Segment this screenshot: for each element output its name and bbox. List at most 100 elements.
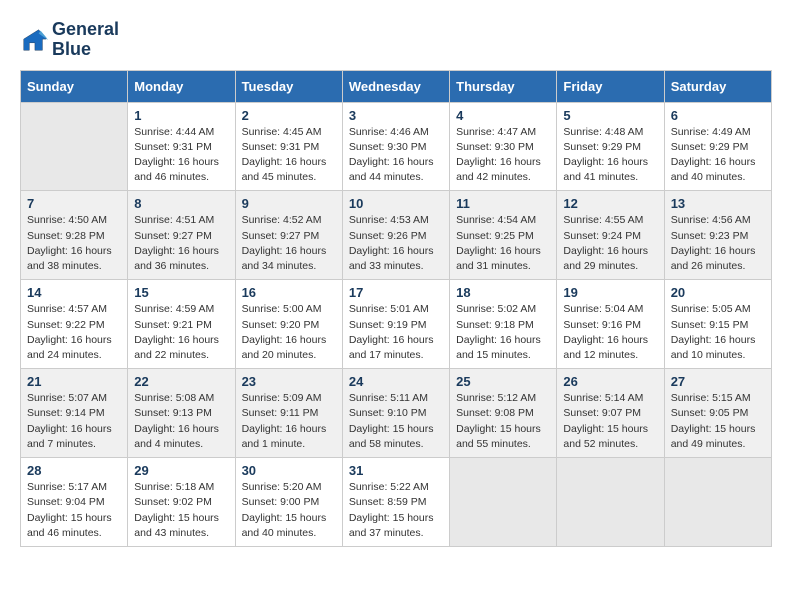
day-cell: 10 Sunrise: 4:53 AMSunset: 9:26 PMDayligh… bbox=[342, 191, 449, 280]
day-number: 16 bbox=[242, 285, 336, 300]
day-cell: 2 Sunrise: 4:45 AMSunset: 9:31 PMDaylight… bbox=[235, 102, 342, 191]
day-number: 7 bbox=[27, 196, 121, 211]
day-cell: 18 Sunrise: 5:02 AMSunset: 9:18 PMDayligh… bbox=[450, 280, 557, 369]
day-number: 2 bbox=[242, 108, 336, 123]
day-info: Sunrise: 4:59 AMSunset: 9:21 PMDaylight:… bbox=[134, 302, 228, 363]
header-cell-sunday: Sunday bbox=[21, 70, 128, 102]
day-info: Sunrise: 4:52 AMSunset: 9:27 PMDaylight:… bbox=[242, 213, 336, 274]
day-info: Sunrise: 5:01 AMSunset: 9:19 PMDaylight:… bbox=[349, 302, 443, 363]
day-number: 11 bbox=[456, 196, 550, 211]
day-info: Sunrise: 4:55 AMSunset: 9:24 PMDaylight:… bbox=[563, 213, 657, 274]
day-cell: 22 Sunrise: 5:08 AMSunset: 9:13 PMDayligh… bbox=[128, 369, 235, 458]
day-cell: 20 Sunrise: 5:05 AMSunset: 9:15 PMDayligh… bbox=[664, 280, 771, 369]
day-info: Sunrise: 5:20 AMSunset: 9:00 PMDaylight:… bbox=[242, 480, 336, 541]
day-number: 3 bbox=[349, 108, 443, 123]
day-info: Sunrise: 5:12 AMSunset: 9:08 PMDaylight:… bbox=[456, 391, 550, 452]
day-number: 12 bbox=[563, 196, 657, 211]
logo: General Blue bbox=[20, 20, 119, 60]
day-info: Sunrise: 5:22 AMSunset: 8:59 PMDaylight:… bbox=[349, 480, 443, 541]
header-cell-wednesday: Wednesday bbox=[342, 70, 449, 102]
day-info: Sunrise: 4:56 AMSunset: 9:23 PMDaylight:… bbox=[671, 213, 765, 274]
day-number: 1 bbox=[134, 108, 228, 123]
day-cell: 13 Sunrise: 4:56 AMSunset: 9:23 PMDayligh… bbox=[664, 191, 771, 280]
header-cell-thursday: Thursday bbox=[450, 70, 557, 102]
day-info: Sunrise: 5:17 AMSunset: 9:04 PMDaylight:… bbox=[27, 480, 121, 541]
day-info: Sunrise: 5:05 AMSunset: 9:15 PMDaylight:… bbox=[671, 302, 765, 363]
day-number: 9 bbox=[242, 196, 336, 211]
day-cell: 15 Sunrise: 4:59 AMSunset: 9:21 PMDayligh… bbox=[128, 280, 235, 369]
day-number: 19 bbox=[563, 285, 657, 300]
day-number: 27 bbox=[671, 374, 765, 389]
calendar-body: 1 Sunrise: 4:44 AMSunset: 9:31 PMDaylight… bbox=[21, 102, 772, 546]
day-info: Sunrise: 4:45 AMSunset: 9:31 PMDaylight:… bbox=[242, 125, 336, 186]
day-number: 17 bbox=[349, 285, 443, 300]
day-number: 10 bbox=[349, 196, 443, 211]
day-cell: 7 Sunrise: 4:50 AMSunset: 9:28 PMDaylight… bbox=[21, 191, 128, 280]
calendar-table: SundayMondayTuesdayWednesdayThursdayFrid… bbox=[20, 70, 772, 547]
day-number: 24 bbox=[349, 374, 443, 389]
day-cell bbox=[450, 458, 557, 547]
day-info: Sunrise: 5:09 AMSunset: 9:11 PMDaylight:… bbox=[242, 391, 336, 452]
day-number: 5 bbox=[563, 108, 657, 123]
logo-icon bbox=[20, 26, 48, 54]
day-info: Sunrise: 5:18 AMSunset: 9:02 PMDaylight:… bbox=[134, 480, 228, 541]
day-info: Sunrise: 5:07 AMSunset: 9:14 PMDaylight:… bbox=[27, 391, 121, 452]
day-cell: 31 Sunrise: 5:22 AMSunset: 8:59 PMDayligh… bbox=[342, 458, 449, 547]
day-number: 28 bbox=[27, 463, 121, 478]
logo-text: General Blue bbox=[52, 20, 119, 60]
day-cell: 16 Sunrise: 5:00 AMSunset: 9:20 PMDayligh… bbox=[235, 280, 342, 369]
day-cell: 24Sunrise: 5:11 AMSunset: 9:10 PMDayligh… bbox=[342, 369, 449, 458]
day-cell: 30 Sunrise: 5:20 AMSunset: 9:00 PMDayligh… bbox=[235, 458, 342, 547]
day-number: 15 bbox=[134, 285, 228, 300]
day-number: 26 bbox=[563, 374, 657, 389]
week-row-1: 1 Sunrise: 4:44 AMSunset: 9:31 PMDaylight… bbox=[21, 102, 772, 191]
day-info: Sunrise: 4:49 AMSunset: 9:29 PMDaylight:… bbox=[671, 125, 765, 186]
day-cell: 14 Sunrise: 4:57 AMSunset: 9:22 PMDayligh… bbox=[21, 280, 128, 369]
day-info: Sunrise: 4:44 AMSunset: 9:31 PMDaylight:… bbox=[134, 125, 228, 186]
day-number: 23 bbox=[242, 374, 336, 389]
day-cell: 1 Sunrise: 4:44 AMSunset: 9:31 PMDaylight… bbox=[128, 102, 235, 191]
day-info: Sunrise: 4:57 AMSunset: 9:22 PMDaylight:… bbox=[27, 302, 121, 363]
day-info: Sunrise: 4:46 AMSunset: 9:30 PMDaylight:… bbox=[349, 125, 443, 186]
day-cell: 28 Sunrise: 5:17 AMSunset: 9:04 PMDayligh… bbox=[21, 458, 128, 547]
day-info: Sunrise: 4:54 AMSunset: 9:25 PMDaylight:… bbox=[456, 213, 550, 274]
day-cell: 26Sunrise: 5:14 AMSunset: 9:07 PMDayligh… bbox=[557, 369, 664, 458]
day-number: 18 bbox=[456, 285, 550, 300]
day-cell: 3 Sunrise: 4:46 AMSunset: 9:30 PMDaylight… bbox=[342, 102, 449, 191]
day-number: 22 bbox=[134, 374, 228, 389]
week-row-3: 14 Sunrise: 4:57 AMSunset: 9:22 PMDayligh… bbox=[21, 280, 772, 369]
day-number: 13 bbox=[671, 196, 765, 211]
day-cell: 23 Sunrise: 5:09 AMSunset: 9:11 PMDayligh… bbox=[235, 369, 342, 458]
day-number: 25 bbox=[456, 374, 550, 389]
day-number: 14 bbox=[27, 285, 121, 300]
day-cell: 5Sunrise: 4:48 AMSunset: 9:29 PMDaylight… bbox=[557, 102, 664, 191]
day-cell: 9 Sunrise: 4:52 AMSunset: 9:27 PMDaylight… bbox=[235, 191, 342, 280]
day-info: Sunrise: 4:47 AMSunset: 9:30 PMDaylight:… bbox=[456, 125, 550, 186]
day-cell bbox=[664, 458, 771, 547]
day-cell: 17 Sunrise: 5:01 AMSunset: 9:19 PMDayligh… bbox=[342, 280, 449, 369]
day-info: Sunrise: 4:50 AMSunset: 9:28 PMDaylight:… bbox=[27, 213, 121, 274]
week-row-5: 28 Sunrise: 5:17 AMSunset: 9:04 PMDayligh… bbox=[21, 458, 772, 547]
day-cell: 25 Sunrise: 5:12 AMSunset: 9:08 PMDayligh… bbox=[450, 369, 557, 458]
week-row-4: 21 Sunrise: 5:07 AMSunset: 9:14 PMDayligh… bbox=[21, 369, 772, 458]
day-number: 20 bbox=[671, 285, 765, 300]
header-cell-tuesday: Tuesday bbox=[235, 70, 342, 102]
day-cell bbox=[557, 458, 664, 547]
header-cell-monday: Monday bbox=[128, 70, 235, 102]
day-cell: 12 Sunrise: 4:55 AMSunset: 9:24 PMDayligh… bbox=[557, 191, 664, 280]
day-info: Sunrise: 5:02 AMSunset: 9:18 PMDaylight:… bbox=[456, 302, 550, 363]
header-cell-friday: Friday bbox=[557, 70, 664, 102]
day-number: 21 bbox=[27, 374, 121, 389]
day-info: Sunrise: 5:00 AMSunset: 9:20 PMDaylight:… bbox=[242, 302, 336, 363]
day-number: 29 bbox=[134, 463, 228, 478]
day-info: Sunrise: 4:53 AMSunset: 9:26 PMDaylight:… bbox=[349, 213, 443, 274]
day-info: Sunrise: 5:08 AMSunset: 9:13 PMDaylight:… bbox=[134, 391, 228, 452]
day-info: Sunrise: 5:15 AMSunset: 9:05 PMDaylight:… bbox=[671, 391, 765, 452]
day-number: 30 bbox=[242, 463, 336, 478]
day-number: 31 bbox=[349, 463, 443, 478]
day-cell: 11 Sunrise: 4:54 AMSunset: 9:25 PMDayligh… bbox=[450, 191, 557, 280]
day-number: 6 bbox=[671, 108, 765, 123]
day-cell: 19Sunrise: 5:04 AMSunset: 9:16 PMDayligh… bbox=[557, 280, 664, 369]
day-cell: 21 Sunrise: 5:07 AMSunset: 9:14 PMDayligh… bbox=[21, 369, 128, 458]
week-row-2: 7 Sunrise: 4:50 AMSunset: 9:28 PMDaylight… bbox=[21, 191, 772, 280]
